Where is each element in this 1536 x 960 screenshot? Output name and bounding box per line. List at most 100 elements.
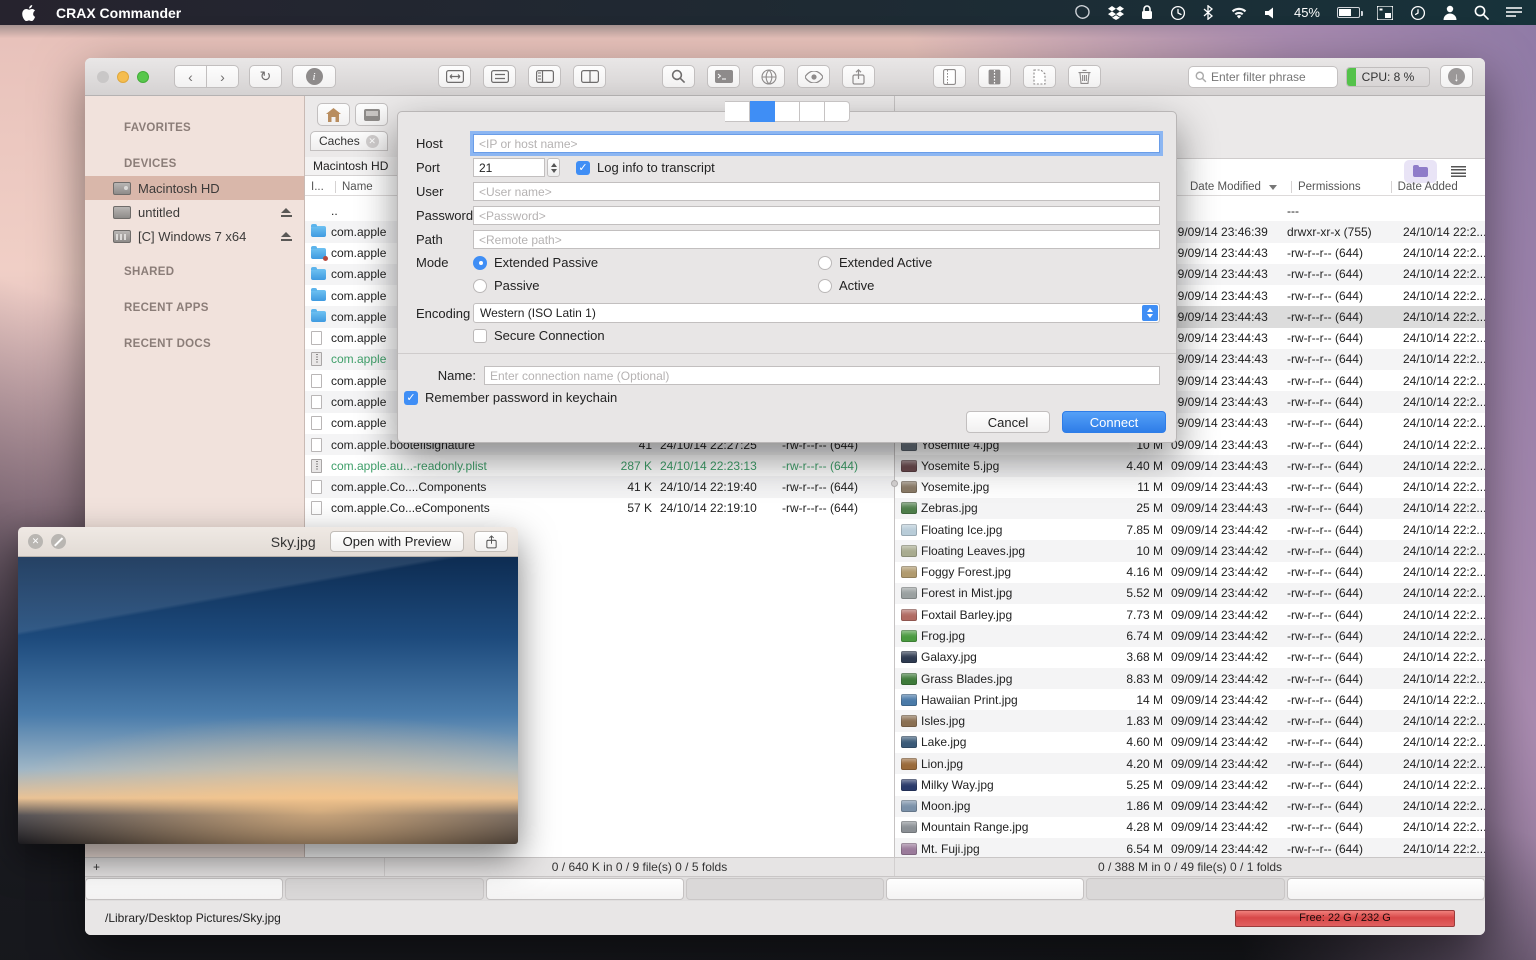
back-button[interactable]: ‹ (174, 65, 207, 88)
table-row[interactable]: Galaxy.jpg 3.68 M 09/09/14 23:44:42 -rw-… (895, 647, 1485, 668)
column-permissions[interactable]: Permissions (1298, 181, 1361, 193)
table-row[interactable]: Lake.jpg 4.60 M 09/09/14 23:44:42 -rw-r-… (895, 732, 1485, 753)
sidebar-item[interactable]: untitled (85, 200, 304, 224)
table-row[interactable]: com.apple.Co...eComponents 57 K 24/10/14… (305, 498, 894, 519)
preview-close-icon[interactable]: ✕ (28, 534, 43, 549)
sidebar-item[interactable]: [C] Windows 7 x64 (85, 224, 304, 248)
split-view-button[interactable] (528, 65, 561, 88)
window-minimize-button[interactable] (117, 71, 129, 83)
refresh-button[interactable]: ↻ (249, 65, 282, 88)
battery-icon[interactable] (1337, 7, 1360, 18)
protocol-tab[interactable] (750, 101, 775, 122)
table-row[interactable]: Milky Way.jpg 5.25 M 09/09/14 23:44:42 -… (895, 774, 1485, 795)
password-input[interactable] (473, 206, 1160, 225)
notification-list-icon[interactable] (1506, 7, 1522, 19)
input-menu-icon[interactable] (1377, 6, 1393, 20)
log-transcript-checkbox[interactable]: ✓ (576, 161, 590, 175)
window-zoom-button[interactable] (137, 71, 149, 83)
filter-input[interactable] (1211, 70, 1326, 84)
dropbox-icon[interactable] (1108, 6, 1124, 20)
function-key-button[interactable] (1287, 878, 1485, 900)
protocol-tab[interactable] (800, 101, 825, 122)
secure-connection-checkbox[interactable] (473, 329, 487, 343)
home-button[interactable] (317, 103, 350, 126)
sky-image[interactable] (18, 557, 518, 844)
remote-path-input[interactable] (473, 230, 1160, 249)
connect-button[interactable]: Connect (1062, 411, 1166, 433)
sidebar-item[interactable]: RECENT APPS (85, 296, 304, 320)
disk-button[interactable] (355, 103, 388, 126)
eject-icon[interactable] (281, 232, 292, 241)
table-row[interactable]: Mt. Fuji.jpg 6.54 M 09/09/14 23:44:42 -r… (895, 838, 1485, 857)
active-app-name[interactable]: CRAX Commander (56, 5, 181, 21)
table-row[interactable]: Hawaiian Print.jpg 14 M 09/09/14 23:44:4… (895, 689, 1485, 710)
function-key-button[interactable] (486, 878, 684, 900)
table-row[interactable]: com.apple.Co....Components 41 K 24/10/14… (305, 476, 894, 497)
table-row[interactable]: Floating Leaves.jpg 10 M 09/09/14 23:44:… (895, 540, 1485, 561)
table-row[interactable]: Foggy Forest.jpg 4.16 M 09/09/14 23:44:4… (895, 562, 1485, 583)
dual-pane-button[interactable] (573, 65, 606, 88)
sidebar-item[interactable]: SHARED (85, 260, 304, 284)
column-date-modified[interactable]: Date Modified (1190, 181, 1261, 193)
table-row[interactable]: Grass Blades.jpg 8.83 M 09/09/14 23:44:4… (895, 668, 1485, 689)
lock-icon[interactable] (1141, 5, 1153, 20)
connection-name-input[interactable] (484, 366, 1160, 385)
open-with-preview-button[interactable]: Open with Preview (330, 531, 464, 552)
new-file-button[interactable] (1023, 65, 1056, 88)
brief-view-button[interactable] (483, 65, 516, 88)
host-input[interactable] (473, 134, 1160, 153)
search-toolbar-button[interactable] (662, 65, 695, 88)
terminal-button[interactable] (707, 65, 740, 88)
table-row[interactable]: Isles.jpg 1.83 M 09/09/14 23:44:42 -rw-r… (895, 710, 1485, 731)
table-row[interactable]: Moon.jpg 1.86 M 09/09/14 23:44:42 -rw-r-… (895, 796, 1485, 817)
share-button[interactable] (842, 65, 875, 88)
function-key-button[interactable] (85, 878, 283, 900)
full-view-button[interactable] (438, 65, 471, 88)
transfers-button[interactable]: ↓ (1440, 65, 1473, 88)
volume-icon[interactable] (1265, 7, 1277, 19)
table-row[interactable]: com.apple.au...-readonly.plist 287 K 24/… (305, 455, 894, 476)
forward-button[interactable]: › (206, 65, 239, 88)
add-tab-button[interactable]: + (85, 858, 385, 876)
trash-button[interactable] (1068, 65, 1101, 88)
column-date-added[interactable]: Date Added (1398, 181, 1458, 193)
network-button[interactable] (752, 65, 785, 88)
preview-eye-button[interactable] (797, 65, 830, 88)
info-button[interactable]: i (292, 65, 336, 88)
protocol-tab[interactable] (725, 101, 750, 122)
apple-menu-icon[interactable] (22, 5, 36, 21)
compress-button[interactable] (933, 65, 966, 88)
bluetooth-icon[interactable] (1203, 5, 1213, 20)
table-row[interactable]: Floating Ice.jpg 7.85 M 09/09/14 23:44:4… (895, 519, 1485, 540)
wifi-icon[interactable] (1230, 6, 1248, 19)
mode-radio-option[interactable]: Active (818, 278, 1160, 293)
protocol-tab[interactable] (825, 101, 850, 122)
user-icon[interactable] (1443, 5, 1457, 20)
sidebar-item[interactable]: RECENT DOCS (85, 332, 304, 356)
table-row[interactable]: Yosemite.jpg 11 M 09/09/14 23:44:43 -rw-… (895, 477, 1485, 498)
function-key-button[interactable] (686, 878, 884, 900)
sidebar-item[interactable]: Macintosh HD (85, 176, 304, 200)
table-row[interactable]: Lion.jpg 4.20 M 09/09/14 23:44:42 -rw-r-… (895, 753, 1485, 774)
column-icon[interactable]: I... (305, 181, 329, 193)
table-row[interactable]: Zebras.jpg 25 M 09/09/14 23:44:43 -rw-r-… (895, 498, 1485, 519)
mode-radio-option[interactable]: Passive (473, 278, 818, 293)
table-row[interactable]: Foxtail Barley.jpg 7.73 M 09/09/14 23:44… (895, 604, 1485, 625)
sidebar-item[interactable]: DEVICES (85, 152, 304, 176)
shape-icon[interactable] (1074, 5, 1091, 20)
table-row[interactable]: Yosemite 5.jpg 4.40 M 09/09/14 23:44:43 … (895, 455, 1485, 476)
column-name[interactable]: Name (342, 181, 373, 193)
preview-share-button[interactable] (474, 531, 508, 552)
port-input[interactable] (473, 158, 545, 177)
extract-button[interactable] (978, 65, 1011, 88)
search-icon[interactable] (1474, 5, 1489, 20)
user-input[interactable] (473, 182, 1160, 201)
table-row[interactable]: Frog.jpg 6.74 M 09/09/14 23:44:42 -rw-r-… (895, 625, 1485, 646)
cancel-button[interactable]: Cancel (966, 411, 1050, 433)
remember-password-checkbox[interactable]: ✓ (404, 391, 418, 405)
tab-caches[interactable]: Caches ✕ (310, 131, 388, 151)
time-machine-icon[interactable] (1170, 5, 1186, 21)
panel-splitter-handle[interactable] (891, 480, 898, 487)
sidebar-item[interactable]: FAVORITES (85, 116, 304, 140)
encoding-select[interactable]: Western (ISO Latin 1) (473, 303, 1160, 323)
